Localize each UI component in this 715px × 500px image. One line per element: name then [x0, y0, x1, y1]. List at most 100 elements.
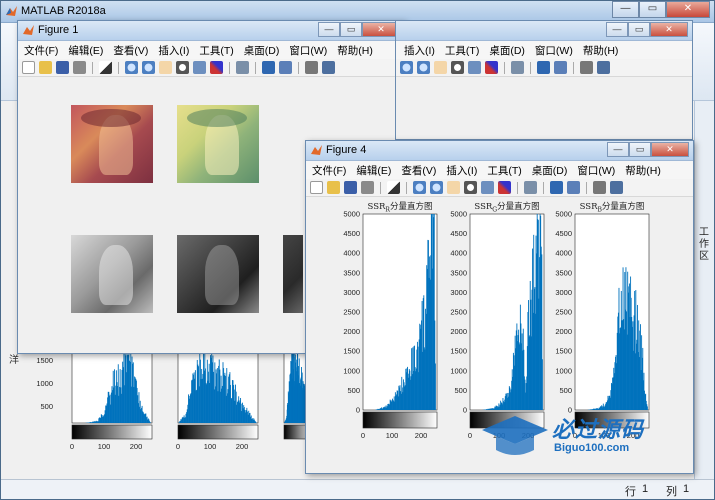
bg-xtick-1: 100 [98, 442, 111, 451]
bg-menu-help[interactable]: 帮助(H) [583, 43, 619, 58]
menu-window[interactable]: 窗口(W) [289, 43, 327, 58]
colorbar-icon[interactable] [550, 181, 563, 194]
legend-icon[interactable] [567, 181, 580, 194]
watermark-text: 必过源码 [552, 417, 645, 442]
y-tick-label: 5000 [555, 210, 572, 219]
zoom-in-icon[interactable] [413, 181, 426, 194]
bg-menu-window[interactable]: 窗口(W) [535, 43, 573, 58]
hide-tools-icon[interactable] [305, 61, 318, 74]
bg-menu-insert[interactable]: 插入(I) [404, 43, 435, 58]
legend-icon[interactable] [279, 61, 292, 74]
y-tick-label: 3000 [343, 288, 360, 297]
y-tick-label: 4500 [450, 229, 467, 238]
figure4-maximize-button[interactable]: ▭ [629, 142, 651, 157]
menu-insert[interactable]: 插入(I) [158, 43, 189, 58]
zoom-in-icon[interactable] [125, 61, 138, 74]
menu-help[interactable]: 帮助(H) [337, 43, 373, 58]
figure1-histogram-row: 1500 1000 500 0 100 200 0 100 200 [23, 352, 314, 453]
bg-menu-tools[interactable]: 工具(T) [445, 43, 479, 58]
rotate-icon[interactable] [176, 61, 189, 74]
menu-view[interactable]: 查看(V) [401, 163, 436, 178]
pan-icon[interactable] [447, 181, 460, 194]
menu-desktop[interactable]: 桌面(D) [244, 43, 280, 58]
rotate-icon[interactable] [464, 181, 477, 194]
bg-xtick-0: 0 [70, 442, 74, 451]
menu-edit[interactable]: 编辑(E) [356, 163, 391, 178]
figure4-close-button[interactable]: ✕ [651, 142, 689, 157]
figure1-maximize-button[interactable]: ▭ [340, 22, 362, 37]
menu-help[interactable]: 帮助(H) [625, 163, 661, 178]
bg-zoom-out-icon[interactable] [417, 61, 430, 74]
colorbar-icon[interactable] [262, 61, 275, 74]
link-icon[interactable] [524, 181, 537, 194]
menu-edit[interactable]: 编辑(E) [68, 43, 103, 58]
bg-brush-icon[interactable] [485, 61, 498, 74]
bg-datatip-icon[interactable] [468, 61, 481, 74]
menu-tools[interactable]: 工具(T) [199, 43, 233, 58]
save-icon[interactable] [344, 181, 357, 194]
bg-rotate-icon[interactable] [451, 61, 464, 74]
new-figure-icon[interactable] [310, 181, 323, 194]
minimize-button[interactable]: — [612, 1, 639, 18]
bg-figure-close-button[interactable]: ✕ [650, 22, 688, 37]
menu-view[interactable]: 查看(V) [113, 43, 148, 58]
menu-tools[interactable]: 工具(T) [487, 163, 521, 178]
bg-figure-maximize-button[interactable]: ▭ [628, 22, 650, 37]
new-figure-icon[interactable] [22, 61, 35, 74]
bg-hide-tools-icon[interactable] [580, 61, 593, 74]
x-tick-label: 100 [386, 431, 399, 440]
figure4-toolbar [306, 179, 693, 197]
open-icon[interactable] [39, 61, 52, 74]
bg-figure-minimize-button[interactable]: — [606, 22, 628, 37]
x-tick-label: 0 [361, 431, 365, 440]
zoom-out-icon[interactable] [142, 61, 155, 74]
datatip-icon[interactable] [481, 181, 494, 194]
bg-pan-icon[interactable] [434, 61, 447, 74]
menu-desktop[interactable]: 桌面(D) [532, 163, 568, 178]
bg-figure-menubar: 插入(I) 工具(T) 桌面(D) 窗口(W) 帮助(H) [396, 41, 692, 59]
menu-insert[interactable]: 插入(I) [446, 163, 477, 178]
menu-window[interactable]: 窗口(W) [577, 163, 615, 178]
brush-icon[interactable] [210, 61, 223, 74]
pan-icon[interactable] [159, 61, 172, 74]
bg-show-tools-icon[interactable] [597, 61, 610, 74]
print-icon[interactable] [73, 61, 86, 74]
x-tick-label: 200 [415, 431, 428, 440]
background-figure-window[interactable]: — ▭ ✕ 插入(I) 工具(T) 桌面(D) 窗口(W) 帮助(H) [395, 20, 693, 140]
maximize-button[interactable]: ▭ [639, 1, 666, 18]
zoom-out-icon[interactable] [430, 181, 443, 194]
bg-menu-desktop[interactable]: 桌面(D) [489, 43, 525, 58]
figure4-minimize-button[interactable]: — [607, 142, 629, 157]
print-icon[interactable] [361, 181, 374, 194]
background-figure-title-bar[interactable]: — ▭ ✕ [396, 21, 692, 41]
datatip-icon[interactable] [193, 61, 206, 74]
x-tick-label: 0 [468, 431, 472, 440]
save-icon[interactable] [56, 61, 69, 74]
bg-legend-icon[interactable] [554, 61, 567, 74]
figure4-title-bar[interactable]: Figure 4 — ▭ ✕ [306, 141, 693, 161]
show-tools-icon[interactable] [610, 181, 623, 194]
menu-file[interactable]: 文件(F) [312, 163, 346, 178]
bg-link-icon[interactable] [511, 61, 524, 74]
pointer-icon[interactable] [99, 61, 112, 74]
gray-colorbar [362, 411, 438, 429]
close-button[interactable]: ✕ [666, 1, 710, 18]
histogram-title: SSRR分量直方图 [368, 201, 433, 214]
open-icon[interactable] [327, 181, 340, 194]
bg-ytick-2: 500 [40, 402, 53, 411]
y-tick-label: 4500 [343, 229, 360, 238]
status-bar: 行 1 列 1 [1, 479, 714, 499]
brush-icon[interactable] [498, 181, 511, 194]
figure1-minimize-button[interactable]: — [318, 22, 340, 37]
show-tools-icon[interactable] [322, 61, 335, 74]
workspace-panel-edge[interactable]: 工作区 [694, 101, 714, 481]
image-tile-enhanced [177, 105, 259, 183]
bg-colorbar-icon[interactable] [537, 61, 550, 74]
link-icon[interactable] [236, 61, 249, 74]
hide-tools-icon[interactable] [593, 181, 606, 194]
pointer-icon[interactable] [387, 181, 400, 194]
menu-file[interactable]: 文件(F) [24, 43, 58, 58]
bg-zoom-in-icon[interactable] [400, 61, 413, 74]
figure1-title-bar[interactable]: Figure 1 — ▭ ✕ [18, 21, 404, 41]
histogram-bar [434, 363, 436, 410]
